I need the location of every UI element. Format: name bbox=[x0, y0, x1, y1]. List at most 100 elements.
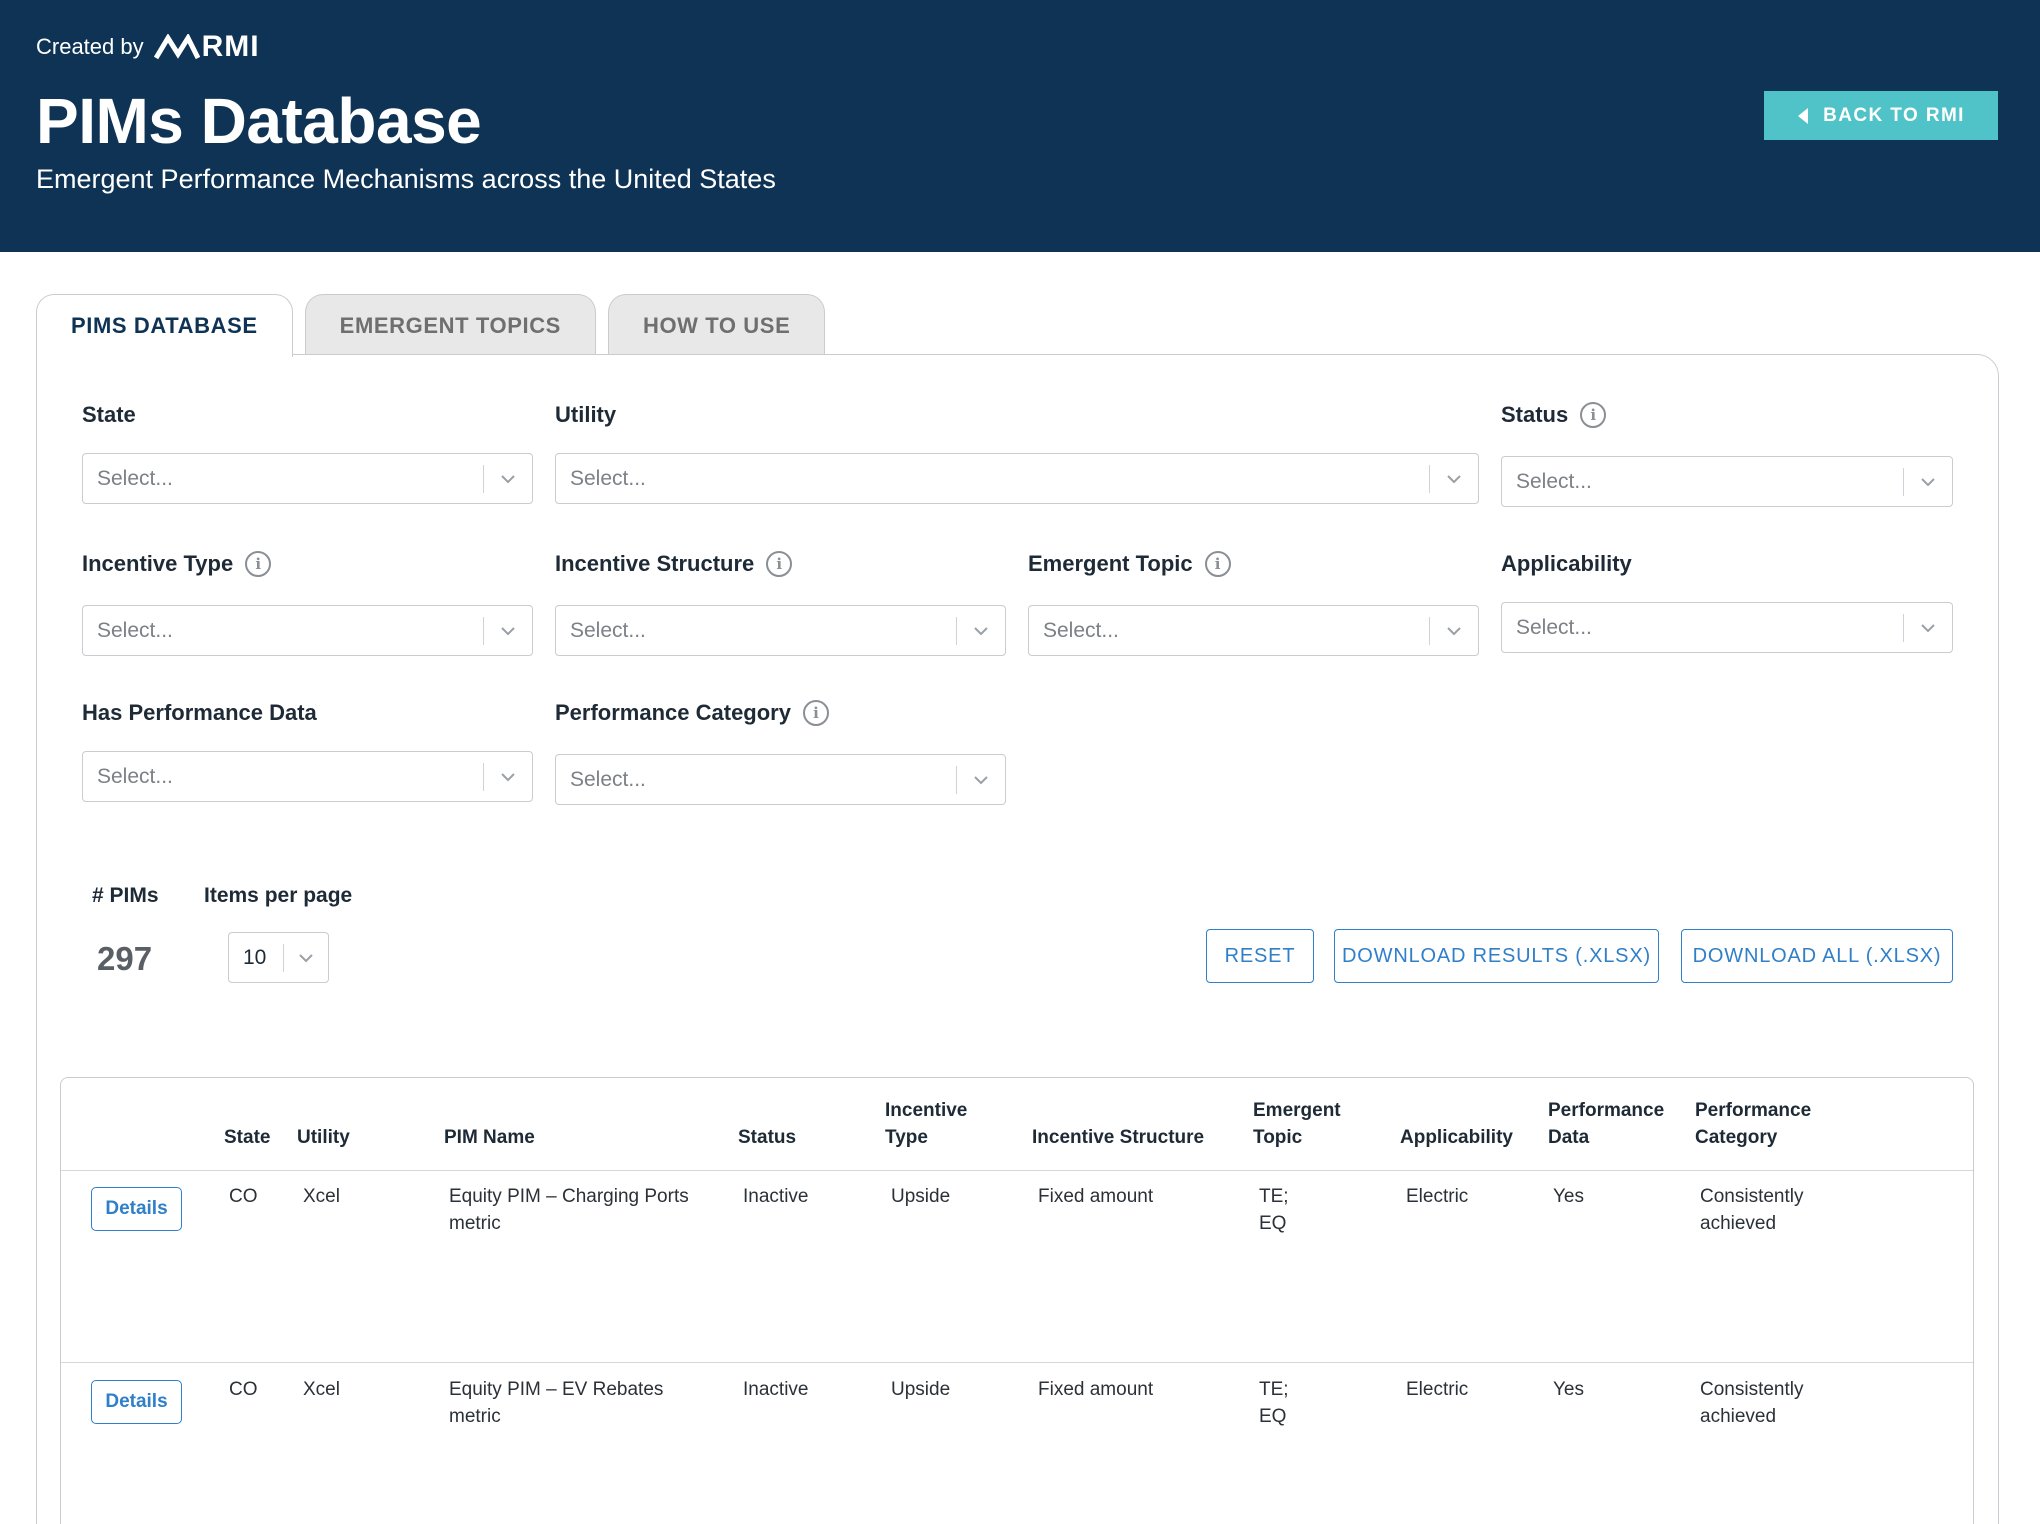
chevron-down-icon bbox=[957, 626, 1005, 636]
cell-state: CO bbox=[229, 1379, 258, 1400]
has-performance-data-select-placeholder: Select... bbox=[97, 764, 173, 788]
info-icon[interactable]: i bbox=[1204, 551, 1231, 577]
cell-performance-category-line2: achieved bbox=[1700, 1213, 1777, 1234]
page-title: PIMs Database bbox=[36, 85, 482, 157]
details-button[interactable]: Details bbox=[91, 1187, 182, 1231]
info-icon[interactable]: i bbox=[1580, 402, 1607, 428]
items-per-page-value: 10 bbox=[243, 945, 267, 969]
cell-performance-category: Consistently achieved bbox=[1700, 1376, 1804, 1430]
applicability-select-placeholder: Select... bbox=[1516, 615, 1592, 639]
utility-filter-label: Utility bbox=[555, 402, 616, 428]
performance-category-filter-label-text: Performance Category bbox=[555, 700, 791, 725]
rmi-logo-mark-icon bbox=[153, 34, 200, 60]
incentive-type-filter-label: Incentive Type i bbox=[82, 551, 272, 577]
column-header-performance-category-line2: Category bbox=[1695, 1127, 1778, 1148]
column-header-incentive-type-line2: Type bbox=[885, 1127, 928, 1148]
incentive-type-select[interactable]: Select... bbox=[82, 605, 533, 656]
performance-category-select[interactable]: Select... bbox=[555, 754, 1006, 805]
column-header-state[interactable]: State bbox=[224, 1124, 270, 1151]
cell-emergent-topic-line1: TE; bbox=[1259, 1186, 1289, 1207]
cell-pim-name-line2: metric bbox=[449, 1406, 501, 1427]
cell-emergent-topic: TE; EQ bbox=[1259, 1183, 1289, 1237]
status-select[interactable]: Select... bbox=[1501, 456, 1953, 507]
cell-pim-name-line2: metric bbox=[449, 1213, 501, 1234]
items-per-page-select[interactable]: 10 bbox=[228, 932, 329, 983]
cell-incentive-structure: Fixed amount bbox=[1038, 1379, 1154, 1400]
column-header-emergent-topic-line2: Topic bbox=[1253, 1127, 1303, 1148]
applicability-filter-label: Applicability bbox=[1501, 551, 1632, 577]
has-performance-data-filter-label: Has Performance Data bbox=[82, 700, 317, 726]
created-by-label: Created by bbox=[36, 34, 144, 59]
chevron-down-icon bbox=[957, 775, 1005, 785]
column-header-incentive-structure[interactable]: Incentive Structure bbox=[1032, 1124, 1204, 1151]
column-header-utility[interactable]: Utility bbox=[297, 1124, 350, 1151]
chevron-down-icon bbox=[284, 953, 328, 963]
incentive-type-filter-label-text: Incentive Type bbox=[82, 551, 234, 576]
chevron-down-icon bbox=[1430, 626, 1478, 636]
tab-how-to-use[interactable]: HOW TO USE bbox=[607, 294, 826, 356]
performance-category-select-placeholder: Select... bbox=[570, 767, 646, 791]
download-results-button[interactable]: DOWNLOAD RESULTS (.XLSX) bbox=[1334, 929, 1659, 983]
column-header-status[interactable]: Status bbox=[738, 1124, 796, 1151]
details-button[interactable]: Details bbox=[91, 1380, 182, 1424]
state-filter-label-text: State bbox=[82, 402, 136, 427]
column-header-incentive-type-line1: Incentive bbox=[885, 1100, 968, 1121]
applicability-select[interactable]: Select... bbox=[1501, 602, 1953, 653]
cell-pim-name-line1: Equity PIM – EV Rebates bbox=[449, 1379, 664, 1400]
back-to-rmi-button[interactable]: BACK TO RMI bbox=[1764, 91, 1998, 140]
status-filter-label-text: Status bbox=[1501, 402, 1569, 427]
tab-bar: PIMS DATABASE EMERGENT TOPICS HOW TO USE bbox=[36, 294, 826, 357]
tab-pims-database[interactable]: PIMS DATABASE bbox=[36, 294, 293, 357]
cell-incentive-structure: Fixed amount bbox=[1038, 1186, 1154, 1207]
column-header-performance-data[interactable]: Performance Data bbox=[1548, 1097, 1664, 1151]
column-header-performance-category[interactable]: Performance Category bbox=[1695, 1097, 1811, 1151]
column-header-incentive-type[interactable]: Incentive Type bbox=[885, 1097, 967, 1151]
state-select-placeholder: Select... bbox=[97, 466, 173, 490]
incentive-structure-filter-label-text: Incentive Structure bbox=[555, 551, 755, 576]
info-icon[interactable]: i bbox=[245, 551, 272, 577]
incentive-structure-select[interactable]: Select... bbox=[555, 605, 1006, 656]
has-performance-data-select[interactable]: Select... bbox=[82, 751, 533, 802]
rmi-logo-text: RMI bbox=[201, 30, 260, 63]
reset-button[interactable]: RESET bbox=[1206, 929, 1314, 983]
table-row-divider bbox=[61, 1362, 1973, 1363]
column-header-performance-data-line1: Performance bbox=[1548, 1100, 1665, 1121]
back-to-rmi-label: BACK TO RMI bbox=[1823, 104, 1965, 126]
utility-select[interactable]: Select... bbox=[555, 453, 1479, 504]
status-select-placeholder: Select... bbox=[1516, 469, 1592, 493]
info-icon[interactable]: i bbox=[802, 700, 829, 726]
cell-performance-category-line2: achieved bbox=[1700, 1406, 1777, 1427]
cell-incentive-type: Upside bbox=[891, 1186, 951, 1207]
emergent-topic-filter-label: Emergent Topic i bbox=[1028, 551, 1231, 577]
chevron-down-icon bbox=[1904, 477, 1952, 487]
rmi-logo[interactable]: RMI bbox=[153, 30, 260, 64]
created-by: Created by RMI bbox=[36, 30, 260, 64]
has-performance-data-filter-label-text: Has Performance Data bbox=[82, 700, 317, 725]
emergent-topic-filter-label-text: Emergent Topic bbox=[1028, 551, 1193, 576]
cell-performance-data: Yes bbox=[1553, 1379, 1584, 1400]
tab-emergent-topics[interactable]: EMERGENT TOPICS bbox=[304, 294, 596, 356]
column-header-applicability[interactable]: Applicability bbox=[1400, 1124, 1513, 1151]
page-subtitle: Emergent Performance Mechanisms across t… bbox=[36, 164, 776, 194]
emergent-topic-select[interactable]: Select... bbox=[1028, 605, 1479, 656]
performance-category-filter-label: Performance Category i bbox=[555, 700, 829, 726]
cell-emergent-topic-line2: EQ bbox=[1259, 1406, 1287, 1427]
state-select[interactable]: Select... bbox=[82, 453, 533, 504]
chevron-down-icon bbox=[1430, 474, 1478, 484]
info-icon[interactable]: i bbox=[766, 551, 793, 577]
cell-applicability: Electric bbox=[1406, 1186, 1469, 1207]
column-header-pim-name[interactable]: PIM Name bbox=[444, 1124, 535, 1151]
cell-incentive-type: Upside bbox=[891, 1379, 951, 1400]
emergent-topic-select-placeholder: Select... bbox=[1043, 618, 1119, 642]
chevron-down-icon bbox=[484, 772, 532, 782]
status-filter-label: Status i bbox=[1501, 402, 1607, 428]
cell-utility: Xcel bbox=[303, 1379, 340, 1400]
cell-utility: Xcel bbox=[303, 1186, 340, 1207]
cell-performance-category: Consistently achieved bbox=[1700, 1183, 1804, 1237]
cell-pim-name: Equity PIM – Charging Ports metric bbox=[449, 1183, 689, 1237]
cell-performance-category-line1: Consistently bbox=[1700, 1186, 1804, 1207]
column-header-emergent-topic[interactable]: Emergent Topic bbox=[1253, 1097, 1341, 1151]
download-all-button[interactable]: DOWNLOAD ALL (.XLSX) bbox=[1681, 929, 1953, 983]
cell-emergent-topic-line2: EQ bbox=[1259, 1213, 1287, 1234]
incentive-structure-select-placeholder: Select... bbox=[570, 618, 646, 642]
